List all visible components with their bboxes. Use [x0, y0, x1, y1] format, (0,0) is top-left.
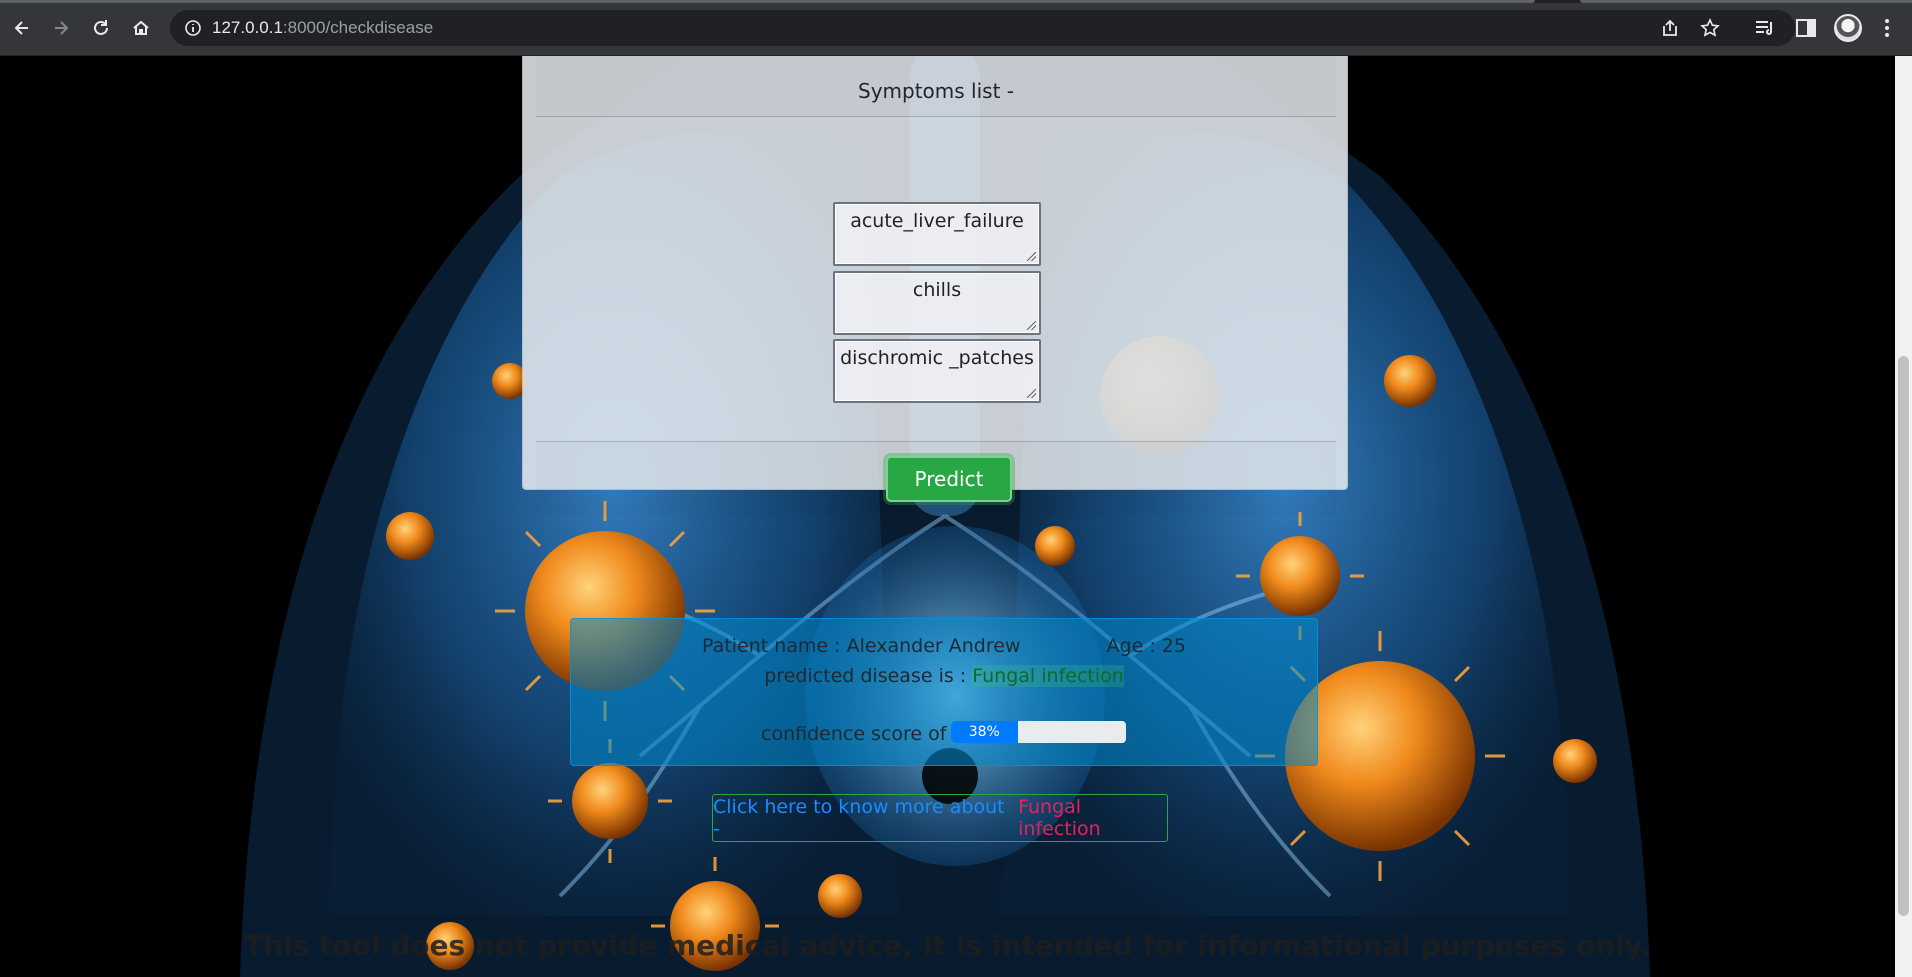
reload-icon[interactable] — [87, 14, 115, 42]
share-icon[interactable] — [1660, 18, 1680, 38]
learn-more-link[interactable]: Click here to know more about - Fungal i… — [712, 794, 1168, 842]
learn-more-lead-text: Click here to know more about - — [713, 796, 1005, 840]
learn-more-disease-text: Fungal infection — [1018, 796, 1101, 840]
confidence-label: confidence score of : — [761, 723, 959, 745]
page-viewport: Symptoms list - acute_liver_failure chil… — [0, 56, 1895, 977]
patient-name: Patient name : Alexander Andrew — [702, 635, 1021, 657]
symptom-field-2[interactable]: chills — [833, 271, 1041, 335]
confidence-progress-bar: 38% — [951, 721, 1126, 743]
profile-avatar[interactable] — [1834, 14, 1862, 42]
site-info-icon[interactable] — [184, 19, 202, 37]
patient-age: Age : 25 — [1106, 635, 1186, 657]
url-text: 127.0.0.1:8000/checkdisease — [212, 18, 434, 37]
scrollbar-thumb[interactable] — [1898, 356, 1909, 916]
home-icon[interactable] — [127, 14, 155, 42]
predicted-disease-name: Fungal infection — [972, 665, 1124, 687]
disclaimer-text: This tool does not provide medical advic… — [244, 929, 1651, 962]
address-bar[interactable]: 127.0.0.1:8000/checkdisease — [170, 10, 1795, 46]
symptoms-card-header: Symptoms list - — [536, 56, 1336, 117]
forward-icon[interactable] — [47, 14, 75, 42]
patient-info: Patient name : Alexander Andrew Age : 25 — [571, 635, 1317, 657]
side-panel-icon[interactable] — [1794, 16, 1818, 40]
symptom-field-1[interactable]: acute_liver_failure — [833, 202, 1041, 266]
symptoms-card: Symptoms list - acute_liver_failure chil… — [522, 56, 1348, 502]
back-icon[interactable] — [8, 14, 36, 42]
predicted-disease-prefix: predicted disease is : — [764, 665, 967, 687]
page-scrollbar[interactable] — [1895, 56, 1912, 977]
prediction-result-box: Patient name : Alexander Andrew Age : 25… — [570, 618, 1318, 766]
more-menu-icon[interactable] — [1875, 16, 1899, 40]
bookmark-star-icon[interactable] — [1700, 18, 1720, 38]
media-queue-icon[interactable] — [1753, 16, 1777, 40]
predicted-disease-line: predicted disease is : Fungal infection — [571, 665, 1317, 687]
symptoms-card-footer: Predict — [536, 441, 1336, 515]
predict-button[interactable]: Predict — [886, 456, 1012, 502]
tab-strip — [0, 0, 1912, 3]
browser-toolbar: 127.0.0.1:8000/checkdisease — [0, 0, 1912, 56]
symptom-field-3[interactable]: dischromic _patches — [833, 339, 1041, 403]
confidence-progress-fill: 38% — [951, 721, 1018, 743]
